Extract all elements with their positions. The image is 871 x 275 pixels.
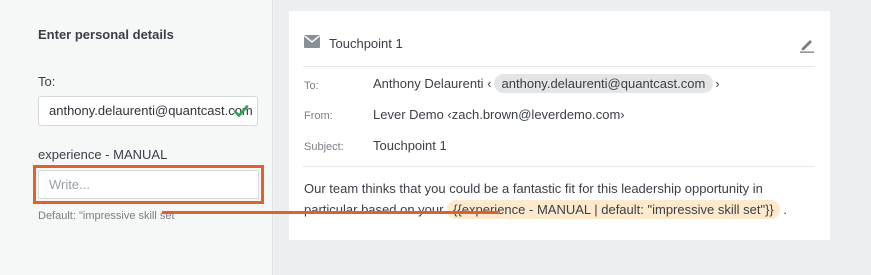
envelope-icon <box>304 35 320 48</box>
angle-open: ‹ <box>487 76 492 91</box>
from-field-label: From: <box>304 110 333 122</box>
token-underline-highlight <box>162 211 500 214</box>
header-divider <box>303 66 815 67</box>
to-email-field[interactable]: anthony.delaurenti@quantcast.com <box>38 96 258 126</box>
subject-field-label: Subject: <box>304 141 344 153</box>
pencil-icon[interactable] <box>799 37 815 53</box>
fields-divider <box>303 166 815 167</box>
merge-field-token: {{experience - MANUAL | default: "impres… <box>447 200 780 219</box>
recipient-name: Anthony Delaurenti <box>373 76 484 91</box>
experience-default-hint: Default: "impressive skill set" <box>38 210 179 222</box>
email-preview-card: Touchpoint 1 To: Anthony Delaurenti ‹ ant… <box>289 11 830 240</box>
subject-field-value: Touchpoint 1 <box>373 138 447 153</box>
to-label: To: <box>38 74 56 89</box>
body-text-suffix: . <box>783 202 788 217</box>
recipient-email-pill: anthony.delaurenti@quantcast.com <box>493 74 714 93</box>
to-email-value: anthony.delaurenti@quantcast.com <box>49 103 253 118</box>
panel-title: Enter personal details <box>38 27 174 42</box>
checkmark-icon <box>233 105 249 117</box>
email-title: Touchpoint 1 <box>329 36 403 51</box>
to-field-label: To: <box>304 80 319 92</box>
angle-close: › <box>715 76 720 91</box>
experience-label: experience - MANUAL <box>38 147 168 162</box>
to-field-value: Anthony Delaurenti ‹ anthony.delaurenti@q… <box>373 74 720 93</box>
personal-details-panel: Enter personal details To: anthony.delau… <box>0 0 273 275</box>
experience-input[interactable] <box>38 170 259 199</box>
from-field-value: Lever Demo ‹zach.brown@leverdemo.com› <box>373 107 625 122</box>
